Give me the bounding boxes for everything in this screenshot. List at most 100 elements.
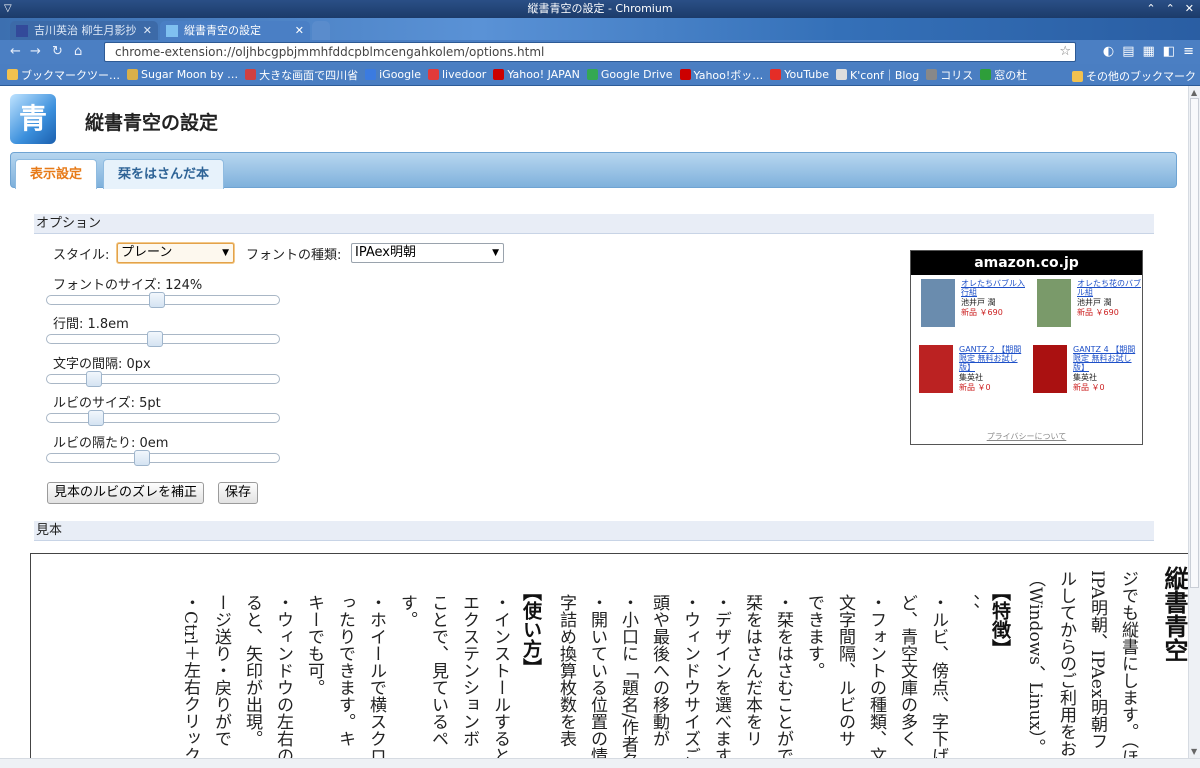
bookmark-item[interactable]: iGoogle xyxy=(365,68,421,81)
fix-ruby-offset-button[interactable]: 見本のルビのズレを補正 xyxy=(47,482,205,504)
bookmark-item[interactable]: ブックマークツー… xyxy=(7,67,120,83)
bookmark-item[interactable]: Google Drive xyxy=(586,68,673,81)
calendar-extension-icon[interactable]: ▦ xyxy=(1143,44,1155,59)
sample-text-column: ・ウィンドウサイズご xyxy=(680,594,700,758)
browser-tab-yoshikawa[interactable]: 吉川英治 柳生月影抄 ✕ xyxy=(10,21,158,40)
bookmark-star-icon[interactable]: ☆ xyxy=(1059,43,1071,61)
bookmark-label: 窓の杜 xyxy=(994,68,1028,82)
font-select[interactable]: IPAex明朝 ▼ xyxy=(351,243,504,263)
sample-text-column: ・開いている位置の情 xyxy=(587,594,607,758)
close-icon[interactable]: ✕ xyxy=(1185,0,1194,18)
book-cover-image[interactable] xyxy=(1037,279,1071,327)
maximize-icon[interactable]: ⌃ xyxy=(1166,0,1175,18)
setting-slider[interactable] xyxy=(46,371,280,387)
other-bookmarks-label: その他のブックマーク xyxy=(1086,70,1196,83)
ad-product[interactable]: オレたち花のバブル組 池井戸 潤新品 ￥690 xyxy=(1037,279,1147,339)
folder-icon xyxy=(7,69,18,80)
mouse-cursor xyxy=(848,501,866,521)
forward-arrow-icon[interactable]: → xyxy=(30,44,41,59)
vertical-scrollbar[interactable]: ▲ ▼ xyxy=(1188,86,1200,758)
scroll-up-icon[interactable]: ▲ xyxy=(1191,88,1197,97)
product-price: 新品 ￥690 xyxy=(961,308,1003,317)
url-text: chrome-extension://oljhbcgpbjmmhfddcpblm… xyxy=(115,45,545,59)
bookmark-label: K'conf｜Blog xyxy=(850,68,920,82)
sample-text-column: ・ウィンドウの左右の xyxy=(273,594,293,758)
window-title: 縦書青空の設定 - Chromium xyxy=(527,2,673,15)
style-label: スタイル: xyxy=(53,248,110,263)
slider-thumb[interactable] xyxy=(149,292,165,308)
scrollbar-thumb[interactable] xyxy=(1190,98,1199,588)
new-tab-button[interactable] xyxy=(312,21,330,40)
tab-close-icon[interactable]: ✕ xyxy=(143,21,152,40)
yahoo-icon xyxy=(679,69,691,80)
product-title[interactable]: GANTZ 4 【期間限定 無料お試し版】 xyxy=(1073,345,1141,372)
setting-slider[interactable] xyxy=(46,450,280,466)
product-title[interactable]: オレたちバブル入行組 xyxy=(961,279,1029,297)
sample-text-column: ど、青空文庫の多く xyxy=(897,594,917,747)
tategaki-logo: 青 xyxy=(10,94,56,144)
privacy-link[interactable]: プライバシーについて xyxy=(911,431,1142,442)
translate-extension-icon[interactable]: ◧ xyxy=(1163,44,1175,59)
bookmark-item[interactable]: 窓の杜 xyxy=(980,67,1027,83)
bookmark-item[interactable]: YouTube xyxy=(770,68,829,81)
setting-slider[interactable] xyxy=(46,331,280,347)
slider-thumb[interactable] xyxy=(88,410,104,426)
style-select[interactable]: プレーン ▼ xyxy=(117,243,234,263)
madonomori-icon xyxy=(980,69,992,80)
bookmark-label: Yahoo! JAPAN xyxy=(507,68,580,81)
amazon-ad-widget[interactable]: amazon.co.jp オレたちバブル入行組 池井戸 潤新品 ￥690 オレたち花… xyxy=(910,250,1143,445)
slider-thumb[interactable] xyxy=(86,371,102,387)
extension-icon[interactable]: ◐ xyxy=(1103,44,1114,59)
amazon-logo: amazon.co.jp xyxy=(911,251,1142,275)
back-arrow-icon[interactable]: ← xyxy=(10,44,21,59)
tab-display-settings[interactable]: 表示設定 xyxy=(15,159,98,189)
slider-label: ルビのサイズ: 5pt xyxy=(53,396,161,411)
product-price: 新品 ￥690 xyxy=(1077,308,1119,317)
browser-tab-settings[interactable]: 縦書青空の設定 ✕ xyxy=(160,21,310,40)
address-bar[interactable]: chrome-extension://oljhbcgpbjmmhfddcpblm… xyxy=(104,42,1076,62)
slider-thumb[interactable] xyxy=(147,331,163,347)
livedoor-icon xyxy=(427,69,439,80)
ad-product[interactable]: GANTZ 4 【期間限定 無料お試し版】 集英社 新品 ￥0 xyxy=(1033,345,1143,405)
ad-product[interactable]: GANTZ 2 【期間限定 無料お試し版】 集英社 新品 ￥0 xyxy=(919,345,1029,405)
sample-text-column: できます。 xyxy=(804,594,824,679)
tategaki-favicon-icon xyxy=(166,25,178,37)
browser-toolbar: ← → ↻ ⌂ chrome-extension://oljhbcgpbjmmh… xyxy=(0,40,1200,64)
window-title-bar: ▽ 縦書青空の設定 - Chromium ⌃ ⌃ ✕ xyxy=(0,0,1200,18)
tab-bookmarked-books[interactable]: 栞をはさんだ本 xyxy=(103,159,225,189)
bookmark-item[interactable]: Sugar Moon by … xyxy=(127,68,238,81)
bookmark-label: Sugar Moon by … xyxy=(141,68,239,81)
bookmark-label: livedoor xyxy=(441,68,487,81)
bookmark-item[interactable]: コリス xyxy=(926,67,973,83)
menu-icon[interactable]: ≡ xyxy=(1183,44,1194,59)
ad-product[interactable]: オレたちバブル入行組 池井戸 潤新品 ￥690 xyxy=(921,279,1031,339)
product-title[interactable]: オレたち花のバブル組 xyxy=(1077,279,1145,297)
bookmark-item[interactable]: Yahoo!ボッ… xyxy=(679,67,763,83)
sample-text-column: ・ホイールで横スクロ xyxy=(366,594,386,758)
bookmark-item[interactable]: Yahoo! JAPAN xyxy=(493,68,580,81)
tab-close-icon[interactable]: ✕ xyxy=(295,21,304,40)
book-cover-image[interactable] xyxy=(919,345,953,393)
bookmark-item[interactable]: K'conf｜Blog xyxy=(836,67,919,83)
product-title[interactable]: GANTZ 2 【期間限定 無料お試し版】 xyxy=(959,345,1027,372)
reload-icon[interactable]: ↻ xyxy=(52,44,63,59)
options-page: 青 縦書青空の設定 表示設定 栞をはさんだ本 オプション スタイル: プレーン … xyxy=(0,86,1188,758)
window-menu-icon[interactable]: ▽ xyxy=(4,0,12,18)
slider-thumb[interactable] xyxy=(134,450,150,466)
scroll-down-icon[interactable]: ▼ xyxy=(1191,747,1197,756)
save-button[interactable]: 保存 xyxy=(218,482,259,504)
book-cover-image[interactable] xyxy=(1033,345,1067,393)
horizontal-scrollbar[interactable] xyxy=(0,758,1200,768)
dropdown-arrow-icon: ▼ xyxy=(222,248,229,258)
sample-text-column: ジでも縦書にします。（ほ xyxy=(1118,570,1138,758)
setting-slider[interactable] xyxy=(46,410,280,426)
bookmark-item[interactable]: 大きな画面で四川省 xyxy=(245,67,358,83)
tategaki-extension-icon[interactable]: ▤ xyxy=(1122,44,1134,59)
bookmark-item[interactable]: livedoor xyxy=(427,68,487,81)
setting-slider[interactable] xyxy=(46,292,280,308)
sample-text-column: （Windows、Linux）。 xyxy=(1025,570,1045,756)
book-cover-image[interactable] xyxy=(921,279,955,327)
minimize-icon[interactable]: ⌃ xyxy=(1146,0,1155,18)
home-icon[interactable]: ⌂ xyxy=(74,44,82,59)
other-bookmarks-folder[interactable]: その他のブックマーク xyxy=(1072,68,1196,84)
